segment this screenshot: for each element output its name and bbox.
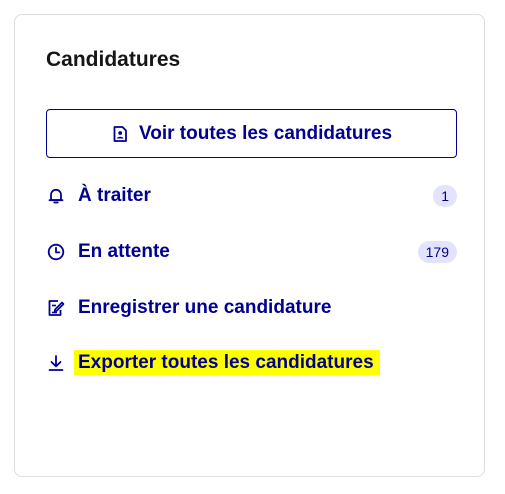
menu-item-label: Exporter toutes les candidatures: [74, 350, 380, 375]
document-user-icon: [111, 125, 129, 143]
menu-item-en-attente[interactable]: En attente 179: [46, 237, 457, 267]
count-badge: 179: [417, 241, 457, 263]
view-all-candidatures-label: Voir toutes les candidatures: [138, 122, 393, 144]
menu-item-exporter-candidatures[interactable]: Exporter toutes les candidatures: [46, 348, 457, 378]
candidatures-card: Candidatures Voir toutes les candidature…: [14, 14, 485, 477]
download-icon: [46, 353, 66, 373]
menu-item-label-wrapper: Exporter toutes les candidatures: [74, 350, 457, 375]
view-all-candidatures-button[interactable]: Voir toutes les candidatures: [46, 109, 457, 158]
card-title: Candidatures: [46, 48, 181, 71]
menu-item-label: En attente: [78, 241, 170, 262]
menu-item-label: À traiter: [78, 185, 151, 206]
clock-icon: [46, 242, 66, 262]
count-badge: 1: [433, 185, 457, 207]
menu-item-a-traiter[interactable]: À traiter 1: [46, 181, 457, 211]
edit-document-icon: [46, 298, 66, 318]
menu-item-label: Enregistrer une candidature: [78, 297, 332, 318]
menu-item-enregistrer-candidature[interactable]: Enregistrer une candidature: [46, 293, 457, 323]
bell-icon: [46, 186, 66, 206]
